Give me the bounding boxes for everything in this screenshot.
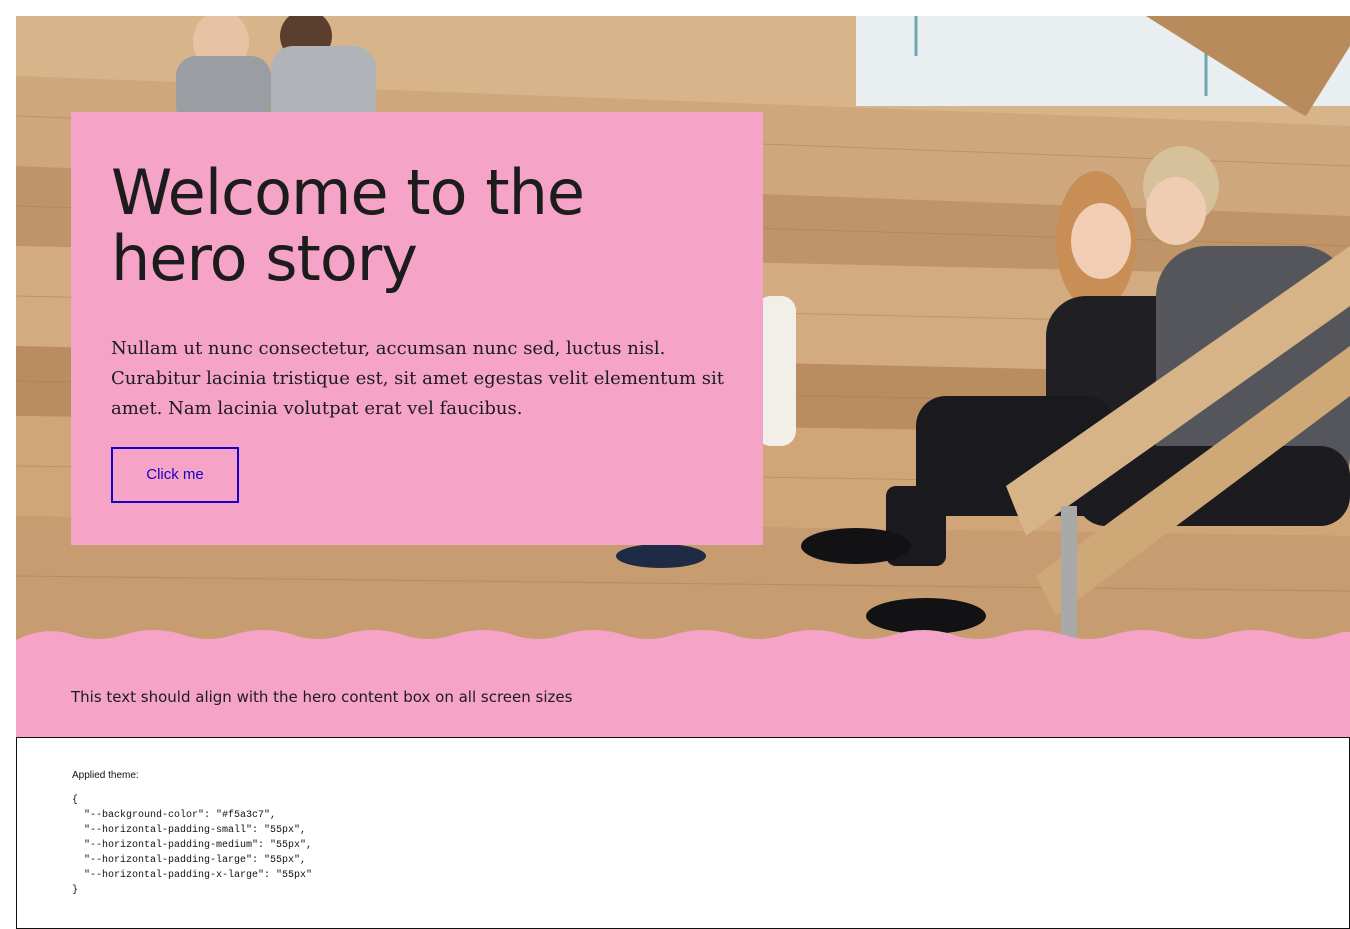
alignment-note: This text should align with the hero con… xyxy=(71,688,573,706)
wave-divider xyxy=(16,630,1350,737)
click-me-button[interactable]: Click me xyxy=(111,447,239,503)
theme-panel: Applied theme: { "--background-color": "… xyxy=(16,737,1350,929)
hero-section: Welcome to the hero story Nullam ut nunc… xyxy=(16,16,1350,641)
page-frame: Welcome to the hero story Nullam ut nunc… xyxy=(16,16,1350,929)
hero-content-box: Welcome to the hero story Nullam ut nunc… xyxy=(71,112,763,545)
pink-band: This text should align with the hero con… xyxy=(16,626,1350,737)
hero-body-text: Nullam ut nunc consectetur, accumsan nun… xyxy=(111,338,724,419)
hero-title: Welcome to the hero story xyxy=(111,156,585,295)
theme-code-block: { "--background-color": "#f5a3c7", "--ho… xyxy=(72,795,313,896)
theme-label: Applied theme: xyxy=(72,770,139,781)
